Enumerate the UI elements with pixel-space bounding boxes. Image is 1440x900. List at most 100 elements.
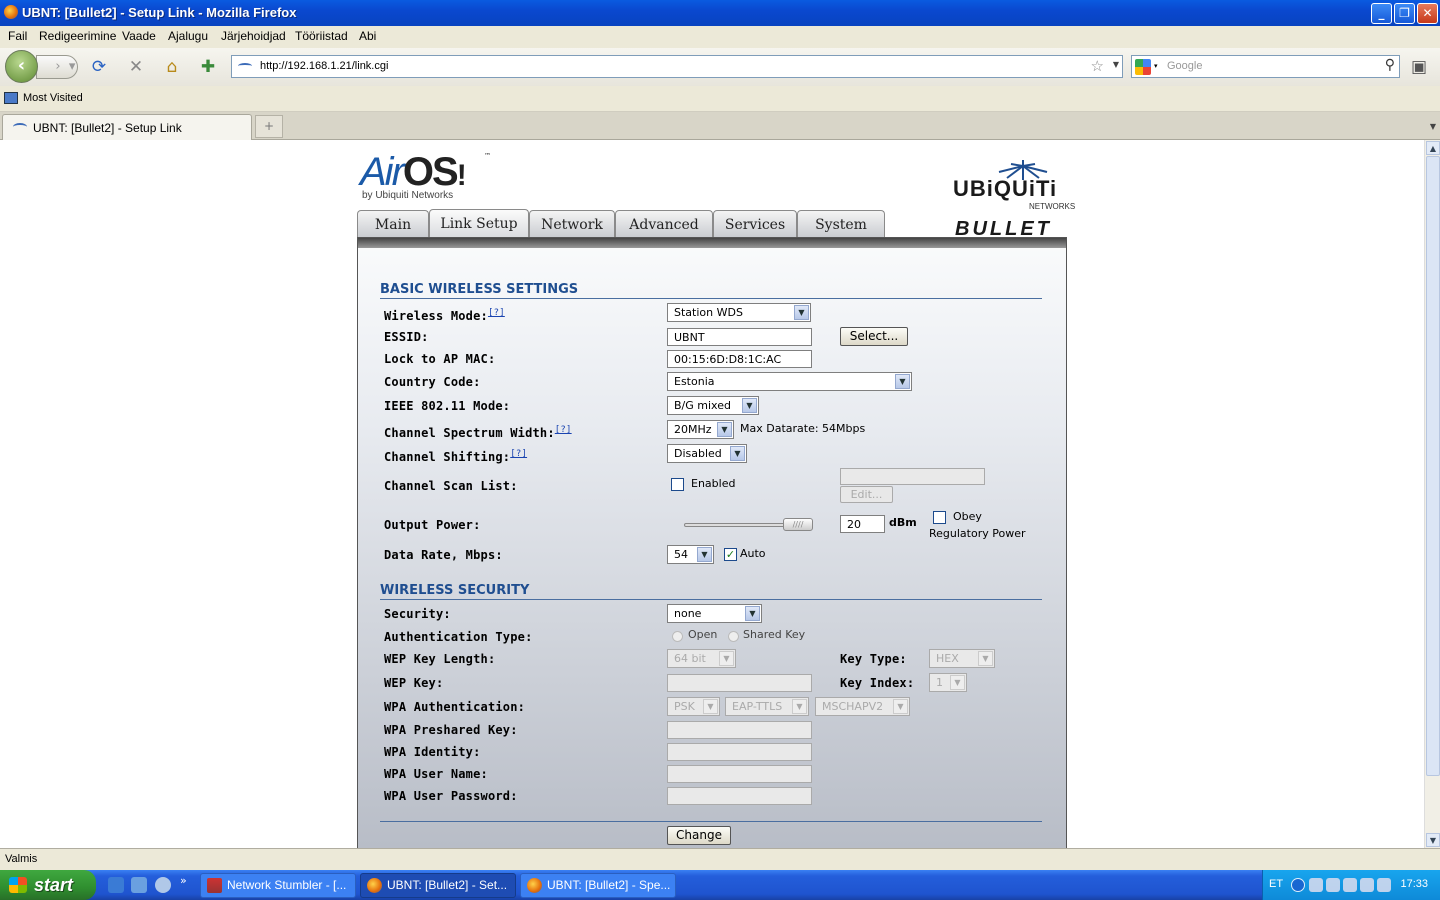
search-icon[interactable]: ⚲ bbox=[1385, 57, 1395, 73]
logo-os: OS bbox=[402, 150, 459, 194]
menu-history[interactable]: Ajalugu bbox=[168, 29, 208, 43]
slider-handle[interactable]: //// bbox=[783, 518, 813, 531]
help-link[interactable]: [?] bbox=[488, 308, 505, 318]
wpa-password-label: WPA User Password: bbox=[384, 789, 518, 803]
tab-main[interactable]: Main bbox=[357, 210, 429, 238]
country-code-label: Country Code: bbox=[384, 375, 481, 389]
ieee-mode-select[interactable]: B/G mixed ▼ bbox=[667, 396, 759, 415]
menu-edit[interactable]: Redigeerimine bbox=[39, 29, 116, 43]
scan-enabled-checkbox[interactable] bbox=[671, 478, 684, 491]
tray-expand-icon[interactable] bbox=[1291, 878, 1305, 892]
tray-antenna-icon[interactable] bbox=[1343, 878, 1357, 892]
menu-bookmarks[interactable]: Järjehoidjad bbox=[221, 29, 286, 43]
output-power-input[interactable]: 20 bbox=[840, 515, 885, 533]
search-bar[interactable]: ▾ Google ⚲ bbox=[1131, 55, 1400, 78]
chevron-down-icon: ▼ bbox=[742, 398, 757, 413]
tab-link-setup[interactable]: Link Setup bbox=[429, 209, 529, 239]
url-dropdown-icon[interactable]: ▼ bbox=[1113, 60, 1119, 69]
lock-mac-input[interactable]: 00:15:6D:D8:1C:AC bbox=[667, 350, 812, 368]
quicklaunch-more-icon[interactable]: » bbox=[180, 874, 187, 887]
scroll-up-icon[interactable]: ▲ bbox=[1426, 141, 1440, 155]
start-button[interactable]: start bbox=[0, 870, 96, 900]
browser-tab[interactable]: UBNT: [Bullet2] - Setup Link bbox=[2, 114, 252, 140]
essid-input[interactable]: UBNT bbox=[667, 328, 812, 346]
add-bookmark-icon[interactable]: ✚ bbox=[197, 56, 219, 78]
menu-help[interactable]: Abi bbox=[359, 29, 376, 43]
chevron-down-icon: ▼ bbox=[745, 606, 760, 621]
help-link[interactable]: [?] bbox=[555, 425, 572, 435]
home-icon[interactable]: ⌂ bbox=[161, 56, 183, 78]
scroll-thumb[interactable] bbox=[1426, 156, 1440, 776]
reload-icon[interactable]: ⟳ bbox=[88, 56, 110, 78]
tray-security-icon[interactable] bbox=[1326, 878, 1340, 892]
back-button[interactable]: ‹ bbox=[5, 50, 38, 83]
key-index-label: Key Index: bbox=[840, 676, 915, 690]
minimize-button[interactable]: _ bbox=[1371, 3, 1392, 24]
wep-key-input bbox=[667, 674, 812, 692]
tab-overview-icon[interactable]: ▣ bbox=[1408, 56, 1430, 78]
chevron-down-icon: ▼ bbox=[895, 374, 910, 389]
wireless-mode-label: Wireless Mode:[?] bbox=[384, 308, 505, 323]
bookmark-star-icon[interactable]: ☆ bbox=[1091, 57, 1104, 75]
auto-rate-checkbox[interactable]: ✓ bbox=[724, 548, 737, 561]
key-type-select: HEX ▼ bbox=[929, 649, 995, 668]
tab-system[interactable]: System bbox=[797, 210, 885, 238]
wpa-identity-label: WPA Identity: bbox=[384, 745, 481, 759]
wireless-mode-select[interactable]: Station WDS ▼ bbox=[667, 303, 811, 322]
scan-enabled-label: Enabled bbox=[691, 477, 736, 490]
tray-network-icon[interactable] bbox=[1309, 878, 1323, 892]
vertical-scrollbar[interactable]: ▲ ▼ bbox=[1424, 140, 1440, 848]
ubiquiti-logo: UBiQUiTi NETWORKS bbox=[953, 158, 1075, 212]
select-essid-button[interactable]: Select... bbox=[840, 327, 908, 346]
output-power-slider[interactable]: //// bbox=[684, 518, 813, 531]
menu-file[interactable]: Fail bbox=[8, 29, 27, 43]
language-indicator[interactable]: ET bbox=[1269, 878, 1283, 890]
country-code-select[interactable]: Estonia ▼ bbox=[667, 372, 912, 391]
task-firefox-spectrum[interactable]: UBNT: [Bullet2] - Spe... bbox=[520, 873, 676, 898]
task-firefox-setup-link[interactable]: UBNT: [Bullet2] - Set... bbox=[360, 873, 516, 898]
scan-list-label: Channel Scan List: bbox=[384, 479, 518, 493]
restore-button[interactable]: ❐ bbox=[1394, 3, 1415, 24]
tab-advanced[interactable]: Advanced bbox=[615, 210, 713, 238]
change-button[interactable]: Change bbox=[667, 826, 731, 845]
tab-services[interactable]: Services bbox=[713, 210, 797, 238]
url-bar[interactable]: http://192.168.1.21/link.cgi ☆ ▼ bbox=[231, 55, 1123, 78]
help-link[interactable]: [?] bbox=[510, 449, 527, 459]
engine-dropdown-icon[interactable]: ▾ bbox=[1154, 62, 1158, 70]
auth-open-label: Open bbox=[688, 628, 718, 641]
quicklaunch-desktop-icon[interactable] bbox=[131, 877, 147, 893]
security-select[interactable]: none ▼ bbox=[667, 604, 762, 623]
google-icon[interactable] bbox=[1135, 59, 1151, 75]
chevron-down-icon: ▼ bbox=[697, 547, 712, 562]
tray-signal-icon[interactable] bbox=[1377, 878, 1391, 892]
spectrum-width-select[interactable]: 20MHz ▼ bbox=[667, 420, 734, 439]
ubiquiti-networks: NETWORKS bbox=[1029, 202, 1076, 211]
wpa-auth-label: WPA Authentication: bbox=[384, 700, 526, 714]
obey-regulatory-checkbox[interactable] bbox=[933, 511, 946, 524]
close-button[interactable]: ✕ bbox=[1417, 3, 1438, 24]
logo-by: by Ubiquiti Networks bbox=[362, 190, 454, 201]
quicklaunch-media-icon[interactable] bbox=[155, 877, 171, 893]
task-network-stumbler[interactable]: Network Stumbler - [... bbox=[200, 873, 356, 898]
scroll-down-icon[interactable]: ▼ bbox=[1426, 833, 1440, 847]
new-tab-button[interactable]: + bbox=[255, 115, 283, 138]
logo-air: Air bbox=[360, 150, 405, 194]
panel-top-border bbox=[358, 238, 1066, 248]
tray-wireless-icon[interactable] bbox=[1360, 878, 1374, 892]
bookmark-most-visited[interactable]: Most Visited bbox=[23, 92, 83, 104]
tab-list-icon[interactable]: ▼ bbox=[1430, 122, 1436, 131]
forward-button[interactable]: › ▾ bbox=[36, 55, 78, 79]
menu-tools[interactable]: Tööriistad bbox=[295, 29, 348, 43]
windows-logo-icon bbox=[9, 877, 27, 893]
spectrum-width-label: Channel Spectrum Width:[?] bbox=[384, 425, 572, 440]
stop-icon[interactable]: ✕ bbox=[125, 56, 147, 78]
data-rate-select[interactable]: 54 ▼ bbox=[667, 545, 714, 564]
tab-bar: UBNT: [Bullet2] - Setup Link + ▼ bbox=[0, 112, 1440, 140]
tab-network[interactable]: Network bbox=[529, 210, 615, 238]
channel-shifting-select[interactable]: Disabled ▼ bbox=[667, 444, 747, 463]
site-icon bbox=[13, 123, 27, 131]
chevron-down-icon: ▼ bbox=[719, 651, 734, 666]
menu-view[interactable]: Vaade bbox=[122, 29, 156, 43]
quicklaunch-explorer-icon[interactable] bbox=[108, 877, 124, 893]
wpa-identity-input bbox=[667, 743, 812, 761]
